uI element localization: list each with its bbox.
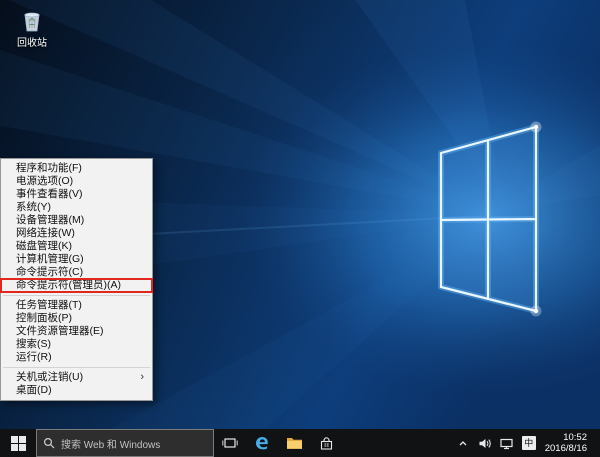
edge-icon (256, 437, 268, 450)
speaker-icon (479, 438, 491, 448)
chevron-up-icon (459, 441, 467, 446)
windows-logo-icon (10, 435, 26, 451)
search-icon (43, 437, 55, 449)
taskbar-clock[interactable]: 10:52 2016/8/16 (540, 432, 594, 454)
search-placeholder: 搜索 Web 和 Windows (61, 439, 161, 451)
menu-item-shutdown-signout[interactable]: 关机或注销(U) › (1, 371, 152, 384)
menu-item-run[interactable]: 运行(R) (1, 351, 152, 364)
window-logo (438, 121, 542, 317)
menu-item-task-manager[interactable]: 任务管理器(T) (1, 299, 152, 312)
menu-item-network-connections[interactable]: 网络连接(W) (1, 227, 152, 240)
menu-item-power-options[interactable]: 电源选项(O) (1, 175, 152, 188)
task-view-icon (222, 438, 238, 448)
hidden-icons-button[interactable] (452, 437, 474, 449)
task-view-button[interactable] (214, 429, 246, 457)
menu-item-command-prompt[interactable]: 命令提示符(C) (1, 266, 152, 279)
menu-item-programs-features[interactable]: 程序和功能(F) (1, 162, 152, 175)
store-button[interactable] (310, 429, 342, 457)
menu-item-file-explorer[interactable]: 文件资源管理器(E) (1, 325, 152, 338)
clock-date: 2016/8/16 (544, 443, 587, 454)
taskbar: 搜索 Web 和 Windows 中 10:52 2016/8/16 (0, 429, 600, 457)
file-explorer-button[interactable] (278, 429, 310, 457)
submenu-arrow-icon: › (140, 371, 144, 383)
winx-context-menu: 程序和功能(F) 电源选项(O) 事件查看器(V) 系统(Y) 设备管理器(M)… (0, 158, 153, 401)
menu-item-device-manager[interactable]: 设备管理器(M) (1, 214, 152, 227)
ime-indicator-button[interactable]: 中 (518, 436, 540, 450)
start-button[interactable] (0, 429, 36, 457)
store-icon (320, 436, 332, 450)
clock-time: 10:52 (563, 432, 587, 443)
menu-separator (3, 295, 150, 296)
network-button[interactable] (496, 437, 518, 450)
edge-browser-button[interactable] (246, 429, 278, 457)
system-tray: 中 10:52 2016/8/16 (452, 429, 600, 457)
menu-item-command-prompt-admin[interactable]: 命令提示符(管理员)(A) (0, 278, 153, 293)
recycle-bin-label: 回收站 (17, 38, 47, 49)
menu-item-control-panel[interactable]: 控制面板(P) (1, 312, 152, 325)
file-explorer-icon (286, 438, 302, 449)
volume-button[interactable] (474, 437, 496, 450)
menu-separator (3, 367, 150, 368)
menu-item-system[interactable]: 系统(Y) (1, 201, 152, 214)
menu-item-search[interactable]: 搜索(S) (1, 338, 152, 351)
menu-item-desktop[interactable]: 桌面(D) (1, 384, 152, 397)
network-icon (500, 438, 513, 449)
taskbar-search-box[interactable]: 搜索 Web 和 Windows (36, 429, 214, 457)
ime-icon: 中 (521, 436, 536, 450)
menu-item-event-viewer[interactable]: 事件查看器(V) (1, 188, 152, 201)
recycle-bin[interactable]: 回收站 (8, 7, 56, 49)
recycle-bin-icon (24, 12, 40, 32)
menu-item-disk-management[interactable]: 磁盘管理(K) (1, 240, 152, 253)
desktop[interactable]: 回收站 程序和功能(F) 电源选项(O) 事件查看器(V) 系统(Y) 设备管理… (0, 0, 600, 429)
menu-item-computer-management[interactable]: 计算机管理(G) (1, 253, 152, 266)
